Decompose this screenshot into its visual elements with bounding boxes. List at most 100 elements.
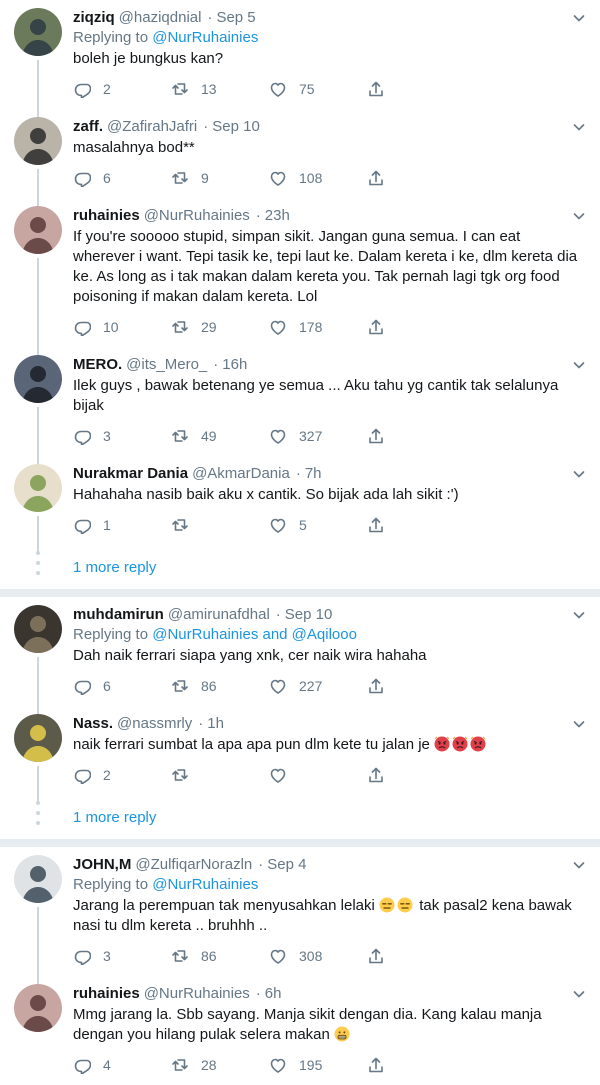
like-button[interactable] <box>269 766 367 784</box>
timestamp[interactable]: 16h <box>222 355 247 375</box>
share-button[interactable] <box>367 947 397 965</box>
like-button[interactable]: 308 <box>269 947 367 965</box>
chevron-down-icon[interactable] <box>572 608 586 622</box>
chevron-down-icon[interactable] <box>572 717 586 731</box>
more-replies-link[interactable]: 1 more reply <box>66 559 156 576</box>
avatar[interactable] <box>14 206 62 254</box>
display-name[interactable]: ziqziq <box>73 8 115 28</box>
user-handle[interactable]: @nassmrly <box>117 714 192 734</box>
tweet[interactable]: JOHN,M @ZulfiqarNorazln · Sep 4 Replying to … <box>0 847 600 984</box>
chevron-down-icon[interactable] <box>572 987 586 1001</box>
retweet-button[interactable] <box>171 766 269 784</box>
share-button[interactable] <box>367 318 397 336</box>
like-button[interactable]: 327 <box>269 427 367 445</box>
tweet[interactable]: muhdamirun @amirunafdhal · Sep 10 Replying t… <box>0 597 600 714</box>
tweet[interactable]: ruhainies @NurRuhainies · 6h Mmg jarang la. … <box>0 976 600 1085</box>
reply-button[interactable]: 3 <box>73 427 171 445</box>
reply-icon <box>73 516 103 534</box>
more-replies-row[interactable]: 1 more reply <box>0 795 600 839</box>
display-name[interactable]: muhdamirun <box>73 605 164 625</box>
reply-button[interactable]: 3 <box>73 947 171 965</box>
retweet-button[interactable]: 29 <box>171 318 269 336</box>
timestamp[interactable]: Sep 10 <box>212 117 260 137</box>
display-name[interactable]: ruhainies <box>73 984 140 1004</box>
chevron-down-icon[interactable] <box>572 467 586 481</box>
share-button[interactable] <box>367 1056 397 1074</box>
display-name[interactable]: zaff. <box>73 117 103 137</box>
display-name[interactable]: Nass. <box>73 714 113 734</box>
chevron-down-icon[interactable] <box>572 858 586 872</box>
reply-button[interactable]: 2 <box>73 80 171 98</box>
user-handle[interactable]: @its_Mero_ <box>126 355 207 375</box>
reply-button[interactable]: 10 <box>73 318 171 336</box>
avatar[interactable] <box>14 464 62 512</box>
replying-to-link[interactable]: @NurRuhainies and @Aqilooo <box>152 626 357 643</box>
retweet-button[interactable]: 86 <box>171 677 269 695</box>
avatar[interactable] <box>14 855 62 903</box>
likes-count: 178 <box>299 319 323 335</box>
avatar[interactable] <box>14 714 62 762</box>
user-handle[interactable]: @NurRuhainies <box>144 206 250 226</box>
retweet-button[interactable] <box>171 516 269 534</box>
retweet-button[interactable]: 13 <box>171 80 269 98</box>
like-button[interactable]: 5 <box>269 516 367 534</box>
avatar[interactable] <box>14 8 62 56</box>
display-name[interactable]: JOHN,M <box>73 855 131 875</box>
more-replies-link[interactable]: 1 more reply <box>66 809 156 826</box>
user-handle[interactable]: @NurRuhainies <box>144 984 250 1004</box>
reply-button[interactable]: 2 <box>73 766 171 784</box>
share-button[interactable] <box>367 80 397 98</box>
avatar[interactable] <box>14 355 62 403</box>
timestamp[interactable]: 23h <box>265 206 290 226</box>
timestamp[interactable]: 1h <box>207 714 224 734</box>
replying-to-link[interactable]: @NurRuhainies <box>152 29 258 46</box>
like-button[interactable]: 75 <box>269 80 367 98</box>
retweet-button[interactable]: 86 <box>171 947 269 965</box>
reply-button[interactable]: 4 <box>73 1056 171 1074</box>
share-button[interactable] <box>367 169 397 187</box>
user-handle[interactable]: @amirunafdhal <box>168 605 270 625</box>
user-handle[interactable]: @haziqdnial <box>119 8 202 28</box>
like-button[interactable]: 108 <box>269 169 367 187</box>
avatar[interactable] <box>14 117 62 165</box>
retweet-button[interactable]: 28 <box>171 1056 269 1074</box>
tweet[interactable]: ruhainies @NurRuhainies · 23h If you're sooo… <box>0 198 600 355</box>
share-button[interactable] <box>367 516 397 534</box>
chevron-down-icon[interactable] <box>572 11 586 25</box>
avatar[interactable] <box>14 984 62 1032</box>
display-name[interactable]: Nurakmar Dania <box>73 464 188 484</box>
retweet-button[interactable]: 9 <box>171 169 269 187</box>
user-handle[interactable]: @ZulfiqarNorazln <box>135 855 252 875</box>
share-button[interactable] <box>367 766 397 784</box>
timestamp[interactable]: 7h <box>305 464 322 484</box>
tweet[interactable]: Nass. @nassmrly · 1h naik ferrari sumbat la … <box>0 706 600 803</box>
chevron-down-icon[interactable] <box>572 120 586 134</box>
user-handle[interactable]: @AkmarDania <box>192 464 290 484</box>
more-replies-row[interactable]: 1 more reply <box>0 545 600 589</box>
share-button[interactable] <box>367 677 397 695</box>
timestamp[interactable]: Sep 4 <box>267 855 306 875</box>
timestamp[interactable]: 6h <box>265 984 282 1004</box>
user-handle[interactable]: @ZafirahJafri <box>107 117 197 137</box>
retweet-button[interactable]: 49 <box>171 427 269 445</box>
avatar[interactable] <box>14 605 62 653</box>
chevron-down-icon[interactable] <box>572 358 586 372</box>
reply-button[interactable]: 6 <box>73 677 171 695</box>
tweet[interactable]: ziqziq @haziqdnial · Sep 5 Replying to @NurR… <box>0 0 600 117</box>
like-button[interactable]: 227 <box>269 677 367 695</box>
timestamp[interactable]: Sep 10 <box>285 605 333 625</box>
timestamp[interactable]: Sep 5 <box>216 8 255 28</box>
display-name[interactable]: MERO. <box>73 355 122 375</box>
tweet[interactable]: Nurakmar Dania @AkmarDania · 7h Hahahaha nas… <box>0 456 600 553</box>
chevron-down-icon[interactable] <box>572 209 586 223</box>
like-button[interactable]: 178 <box>269 318 367 336</box>
display-name[interactable]: ruhainies <box>73 206 140 226</box>
reply-button[interactable]: 6 <box>73 169 171 187</box>
replying-to-link[interactable]: @NurRuhainies <box>152 876 258 893</box>
tweet[interactable]: MERO. @its_Mero_ · 16h Ilek guys , bawak bet… <box>0 347 600 464</box>
tweet[interactable]: zaff. @ZafirahJafri · Sep 10 masalahnya bod*… <box>0 109 600 206</box>
share-button[interactable] <box>367 427 397 445</box>
reply-button[interactable]: 1 <box>73 516 171 534</box>
tweet-text: Dah naik ferrari siapa yang xnk, cer nai… <box>73 646 586 666</box>
like-button[interactable]: 195 <box>269 1056 367 1074</box>
